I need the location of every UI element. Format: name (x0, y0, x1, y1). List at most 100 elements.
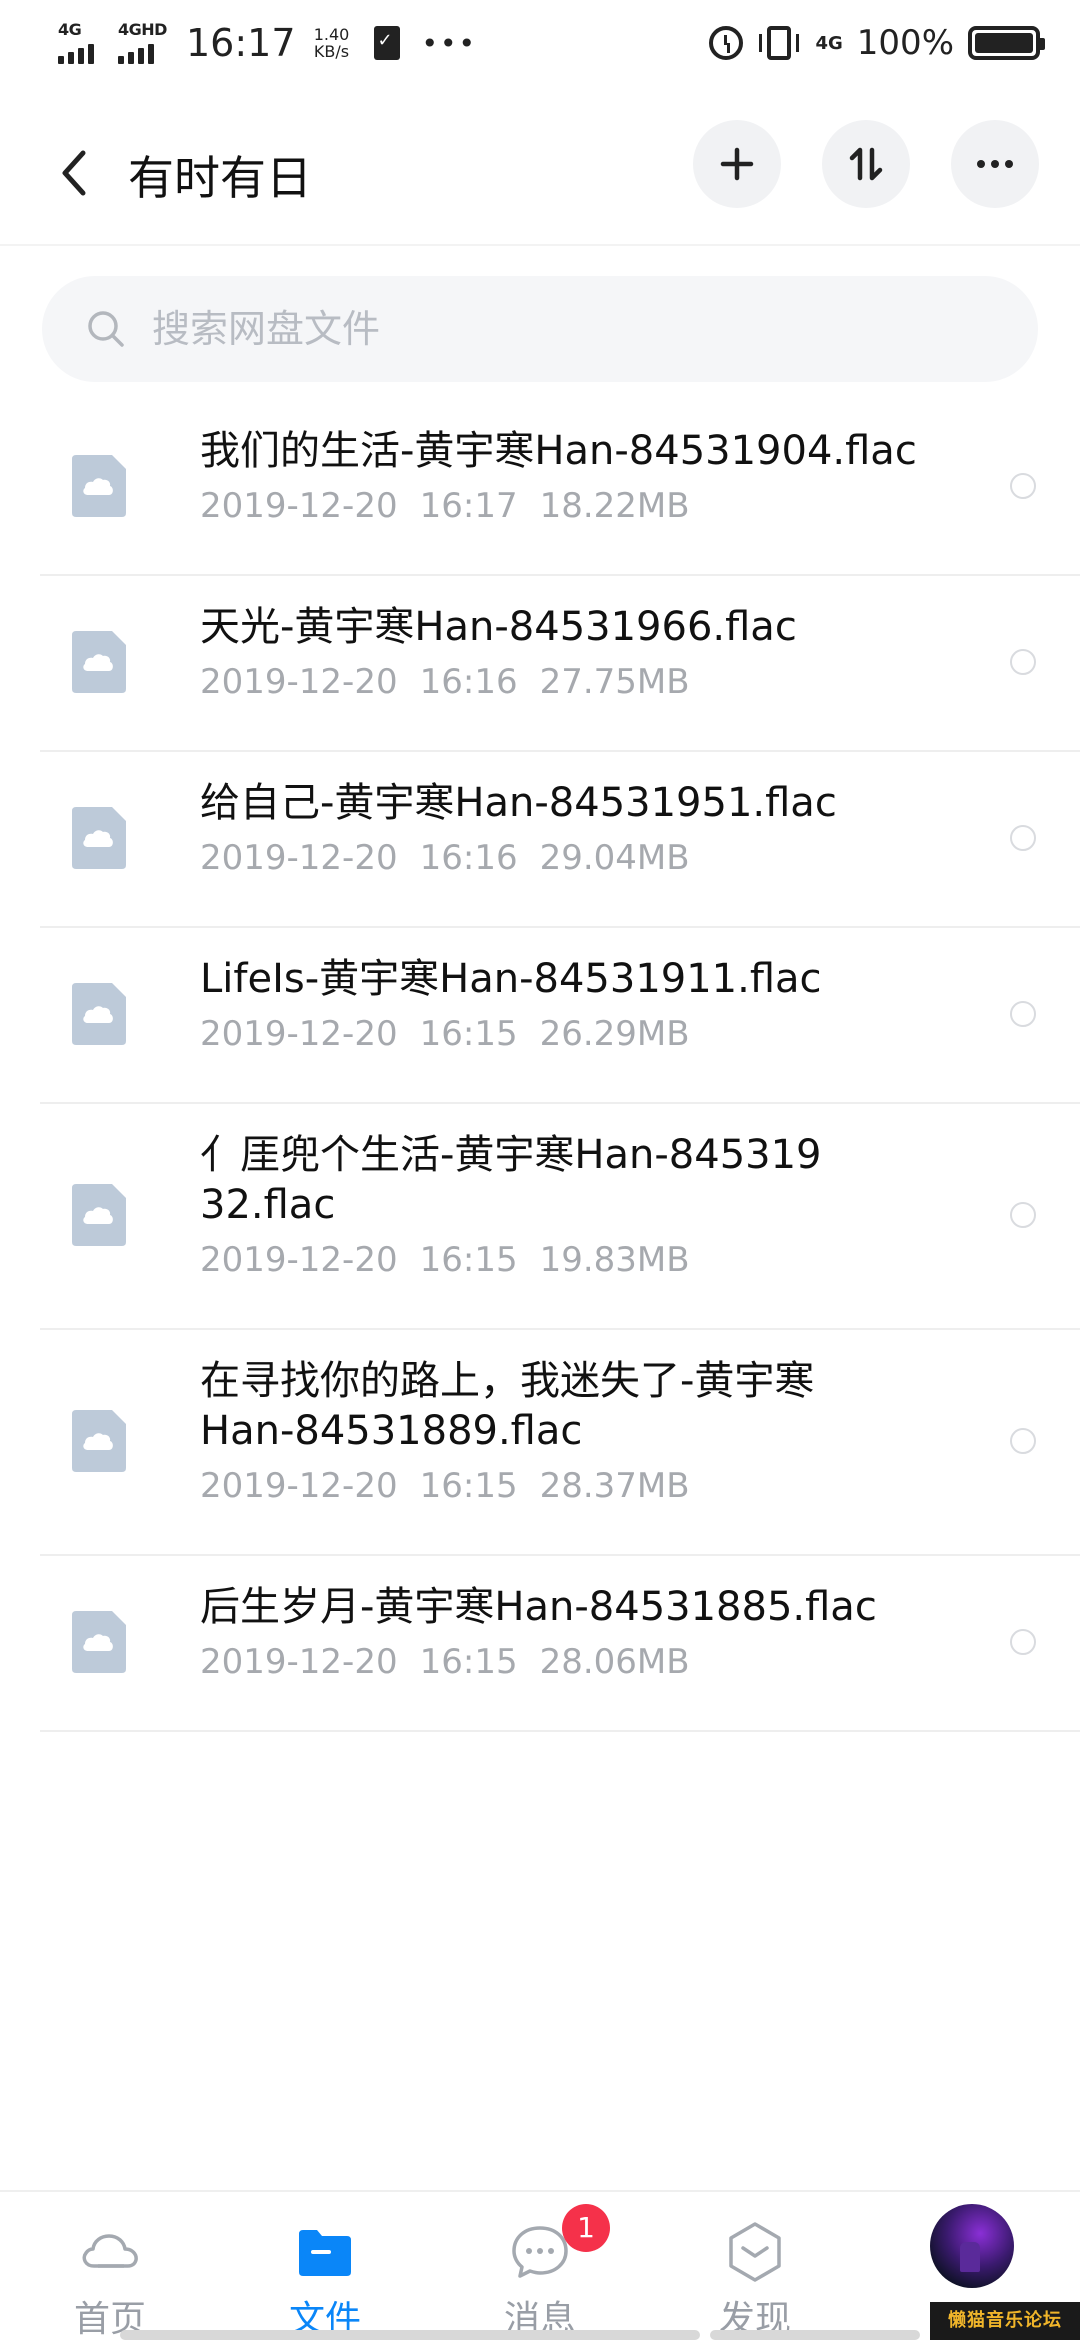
plus-icon (720, 147, 754, 181)
nav-files[interactable]: 文件 (245, 2192, 405, 2340)
clipboard-check-icon (373, 26, 400, 60)
cloud-file-icon (72, 983, 126, 1045)
file-row[interactable]: 我们的生活-黄宇寒Han-84531904.flac 2019-12-20 16:1… (40, 400, 1080, 576)
select-radio[interactable] (1010, 649, 1036, 675)
cloud-file-icon (72, 807, 126, 869)
gesture-bar (370, 2330, 700, 2340)
nav-home[interactable]: 首页 (30, 2192, 190, 2340)
search-input[interactable] (152, 307, 952, 351)
file-time: 16:16 (419, 838, 518, 878)
more-button[interactable] (951, 120, 1039, 208)
select-radio[interactable] (1010, 1001, 1036, 1027)
file-row[interactable]: 后生岁月-黄宇寒Han-84531885.flac 2019-12-20 16:15… (40, 1556, 1080, 1732)
select-radio[interactable] (1010, 1629, 1036, 1655)
file-name: 亻厓兜个生活-黄宇寒Han-84531932.flac (200, 1132, 822, 1228)
file-row[interactable]: 天光-黄宇寒Han-84531966.flac 2019-12-20 16:16 27… (40, 576, 1080, 752)
cloud-file-icon (72, 1410, 126, 1472)
vibrate-icon (759, 26, 800, 60)
file-date: 2019-12-20 (200, 1466, 398, 1506)
file-row[interactable]: 在寻找你的路上，我迷失了-黄宇寒Han-84531889.flac 2019-12… (40, 1330, 1080, 1556)
folder-icon (299, 2230, 351, 2276)
file-meta: 2019-12-20 16:16 27.75MB (200, 662, 690, 702)
file-meta: 2019-12-20 16:15 28.37MB (200, 1466, 690, 1506)
speed-unit: KB/s (313, 42, 350, 61)
cloud-home-icon (82, 2234, 138, 2268)
signal1-label: 4G (58, 20, 82, 39)
file-time: 16:15 (419, 1240, 518, 1280)
add-button[interactable] (693, 120, 781, 208)
status-right: 4G 100% (709, 18, 1045, 68)
file-size: 27.75MB (539, 662, 690, 702)
cloud-file-icon (72, 1184, 126, 1246)
file-meta: 2019-12-20 16:17 18.22MB (200, 486, 690, 526)
header-divider (0, 244, 1080, 246)
file-size: 26.29MB (539, 1014, 690, 1054)
file-name: 天光-黄宇寒Han-84531966.flac (200, 604, 797, 650)
select-radio[interactable] (1010, 473, 1036, 499)
file-date: 2019-12-20 (200, 486, 398, 526)
status-left: 4G 4GHD 16:17 1.40 KB/s ••• (58, 18, 477, 68)
more-icon (977, 160, 1013, 168)
file-list: 我们的生活-黄宇寒Han-84531904.flac 2019-12-20 16:1… (0, 400, 1080, 1732)
file-meta: 2019-12-20 16:15 28.06MB (200, 1642, 690, 1682)
file-date: 2019-12-20 (200, 838, 398, 878)
battery-percent: 100% (856, 23, 954, 63)
file-time: 16:17 (419, 486, 518, 526)
status-time: 16:17 (186, 21, 296, 65)
cloud-file-icon (72, 455, 126, 517)
more-dots-icon: ••• (421, 26, 478, 60)
select-radio[interactable] (1010, 1428, 1036, 1454)
discover-hexagon-icon (729, 2222, 781, 2282)
nav-messages[interactable]: 1 消息 (460, 2192, 620, 2340)
avatar[interactable] (930, 2204, 1014, 2288)
file-size: 28.37MB (539, 1466, 690, 1506)
speed-value: 1.40 (313, 25, 350, 44)
page-title: 有时有日 (128, 151, 312, 205)
file-meta: 2019-12-20 16:16 29.04MB (200, 838, 690, 878)
file-row[interactable]: 亻厓兜个生活-黄宇寒Han-84531932.flac 2019-12-20 16:… (40, 1104, 1080, 1330)
file-size: 18.22MB (539, 486, 690, 526)
file-size: 28.06MB (539, 1642, 690, 1682)
file-name: 后生岁月-黄宇寒Han-84531885.flac (200, 1584, 877, 1630)
file-meta: 2019-12-20 16:15 19.83MB (200, 1240, 690, 1280)
network-speed: 1.40 KB/s (308, 26, 356, 60)
file-name: 在寻找你的路上，我迷失了-黄宇寒Han-84531889.flac (200, 1358, 815, 1454)
file-row[interactable]: 给自己-黄宇寒Han-84531951.flac 2019-12-20 16:16 2… (40, 752, 1080, 928)
file-meta: 2019-12-20 16:15 26.29MB (200, 1014, 690, 1054)
search-bar[interactable] (42, 276, 1038, 382)
gesture-bar (120, 2330, 380, 2340)
cloud-file-icon (72, 1611, 126, 1673)
nav-discover[interactable]: 发现 (675, 2192, 835, 2340)
select-radio[interactable] (1010, 825, 1036, 851)
sort-icon (849, 147, 883, 181)
battery-icon (968, 26, 1045, 60)
search-icon (88, 311, 124, 347)
file-size: 19.83MB (539, 1240, 690, 1280)
file-name: 我们的生活-黄宇寒Han-84531904.flac (200, 428, 917, 474)
network-type: 4G (815, 32, 843, 54)
header-bar: 有时有日 (0, 118, 1080, 228)
cloud-file-icon (72, 631, 126, 693)
file-date: 2019-12-20 (200, 1240, 398, 1280)
signal-icon: 4G (58, 20, 106, 64)
file-time: 16:15 (419, 1014, 518, 1054)
file-name: 给自己-黄宇寒Han-84531951.flac (200, 780, 837, 826)
file-time: 16:15 (419, 1642, 518, 1682)
file-size: 29.04MB (539, 838, 690, 878)
file-time: 16:16 (419, 662, 518, 702)
alarm-icon (709, 26, 744, 60)
status-bar: 4G 4GHD 16:17 1.40 KB/s ••• 4G 100% (0, 0, 1080, 84)
file-row[interactable]: LifeIs-黄宇寒Han-84531911.flac 2019-12-20 16:… (40, 928, 1080, 1104)
file-date: 2019-12-20 (200, 1014, 398, 1054)
back-button[interactable] (44, 140, 104, 206)
signal2-label: 4GHD (118, 20, 167, 39)
file-time: 16:15 (419, 1466, 518, 1506)
watermark-logo: 懒猫音乐论坛 (930, 2302, 1080, 2340)
file-name: LifeIs-黄宇寒Han-84531911.flac (200, 956, 822, 1002)
select-radio[interactable] (1010, 1202, 1036, 1228)
bottom-nav: 首页 文件 1 消息 发现 (0, 2190, 1080, 2340)
message-badge: 1 (562, 2204, 610, 2252)
back-arrow-icon (62, 150, 86, 196)
sort-button[interactable] (822, 120, 910, 208)
app-root: 4G 4GHD 16:17 1.40 KB/s ••• 4G 100% (0, 0, 1080, 2340)
